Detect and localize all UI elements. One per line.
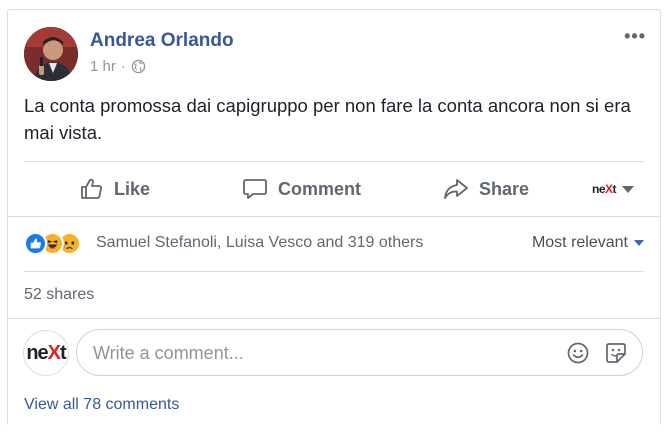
like-icon (24, 232, 47, 255)
reaction-icons[interactable] (24, 232, 94, 256)
comment-bubble-icon (242, 177, 268, 201)
globe-icon[interactable] (131, 59, 146, 74)
action-bar: Like Comment Share neXt (24, 162, 644, 216)
next-logo: neXt (592, 182, 617, 196)
view-all-comments-link[interactable]: View all 78 comments (24, 396, 179, 414)
like-label: Like (114, 178, 151, 199)
share-button[interactable]: Share (443, 162, 529, 216)
reactions-row: Samuel Stefanoli, Luisa Vesco and 319 ot… (24, 230, 644, 258)
shares-count[interactable]: 52 shares (24, 286, 94, 304)
comment-button[interactable]: Comment (242, 162, 361, 216)
divider (8, 216, 660, 217)
comment-input[interactable]: Write a comment... (76, 329, 643, 376)
sort-label: Most relevant (531, 234, 628, 251)
page-switcher[interactable]: neXt (592, 162, 635, 216)
comment-placeholder: Write a comment... (93, 343, 244, 363)
chevron-down-icon (622, 185, 635, 193)
more-options-icon[interactable]: ••• (624, 27, 646, 45)
post-meta: 1 hr · (90, 58, 146, 75)
post-timestamp[interactable]: 1 hr (90, 58, 116, 75)
chevron-down-icon (634, 240, 644, 246)
comment-label: Comment (278, 178, 362, 199)
share-arrow-icon (443, 177, 469, 201)
author-name[interactable]: Andrea Orlando (90, 30, 234, 52)
divider (8, 318, 660, 319)
smiley-icon[interactable] (566, 341, 590, 370)
meta-separator: · (120, 58, 126, 75)
thumbs-up-icon (80, 177, 104, 201)
reactors-summary[interactable]: Samuel Stefanoli, Luisa Vesco and 319 ot… (96, 234, 423, 252)
comment-composer: ne Xt Write a comment... View all 78 com… (8, 318, 660, 426)
commenter-avatar[interactable]: ne Xt (23, 330, 69, 376)
post-card: Andrea Orlando 1 hr · ••• La conta promo… (7, 9, 661, 426)
like-button[interactable]: Like (80, 162, 150, 216)
author-avatar[interactable] (24, 27, 78, 81)
sort-comments-dropdown[interactable]: Most relevant (532, 234, 644, 252)
share-label: Share (479, 178, 530, 199)
divider (24, 271, 644, 272)
post-text: La conta promossa dai capigruppo per non… (24, 95, 631, 143)
sticker-icon[interactable] (604, 341, 628, 370)
